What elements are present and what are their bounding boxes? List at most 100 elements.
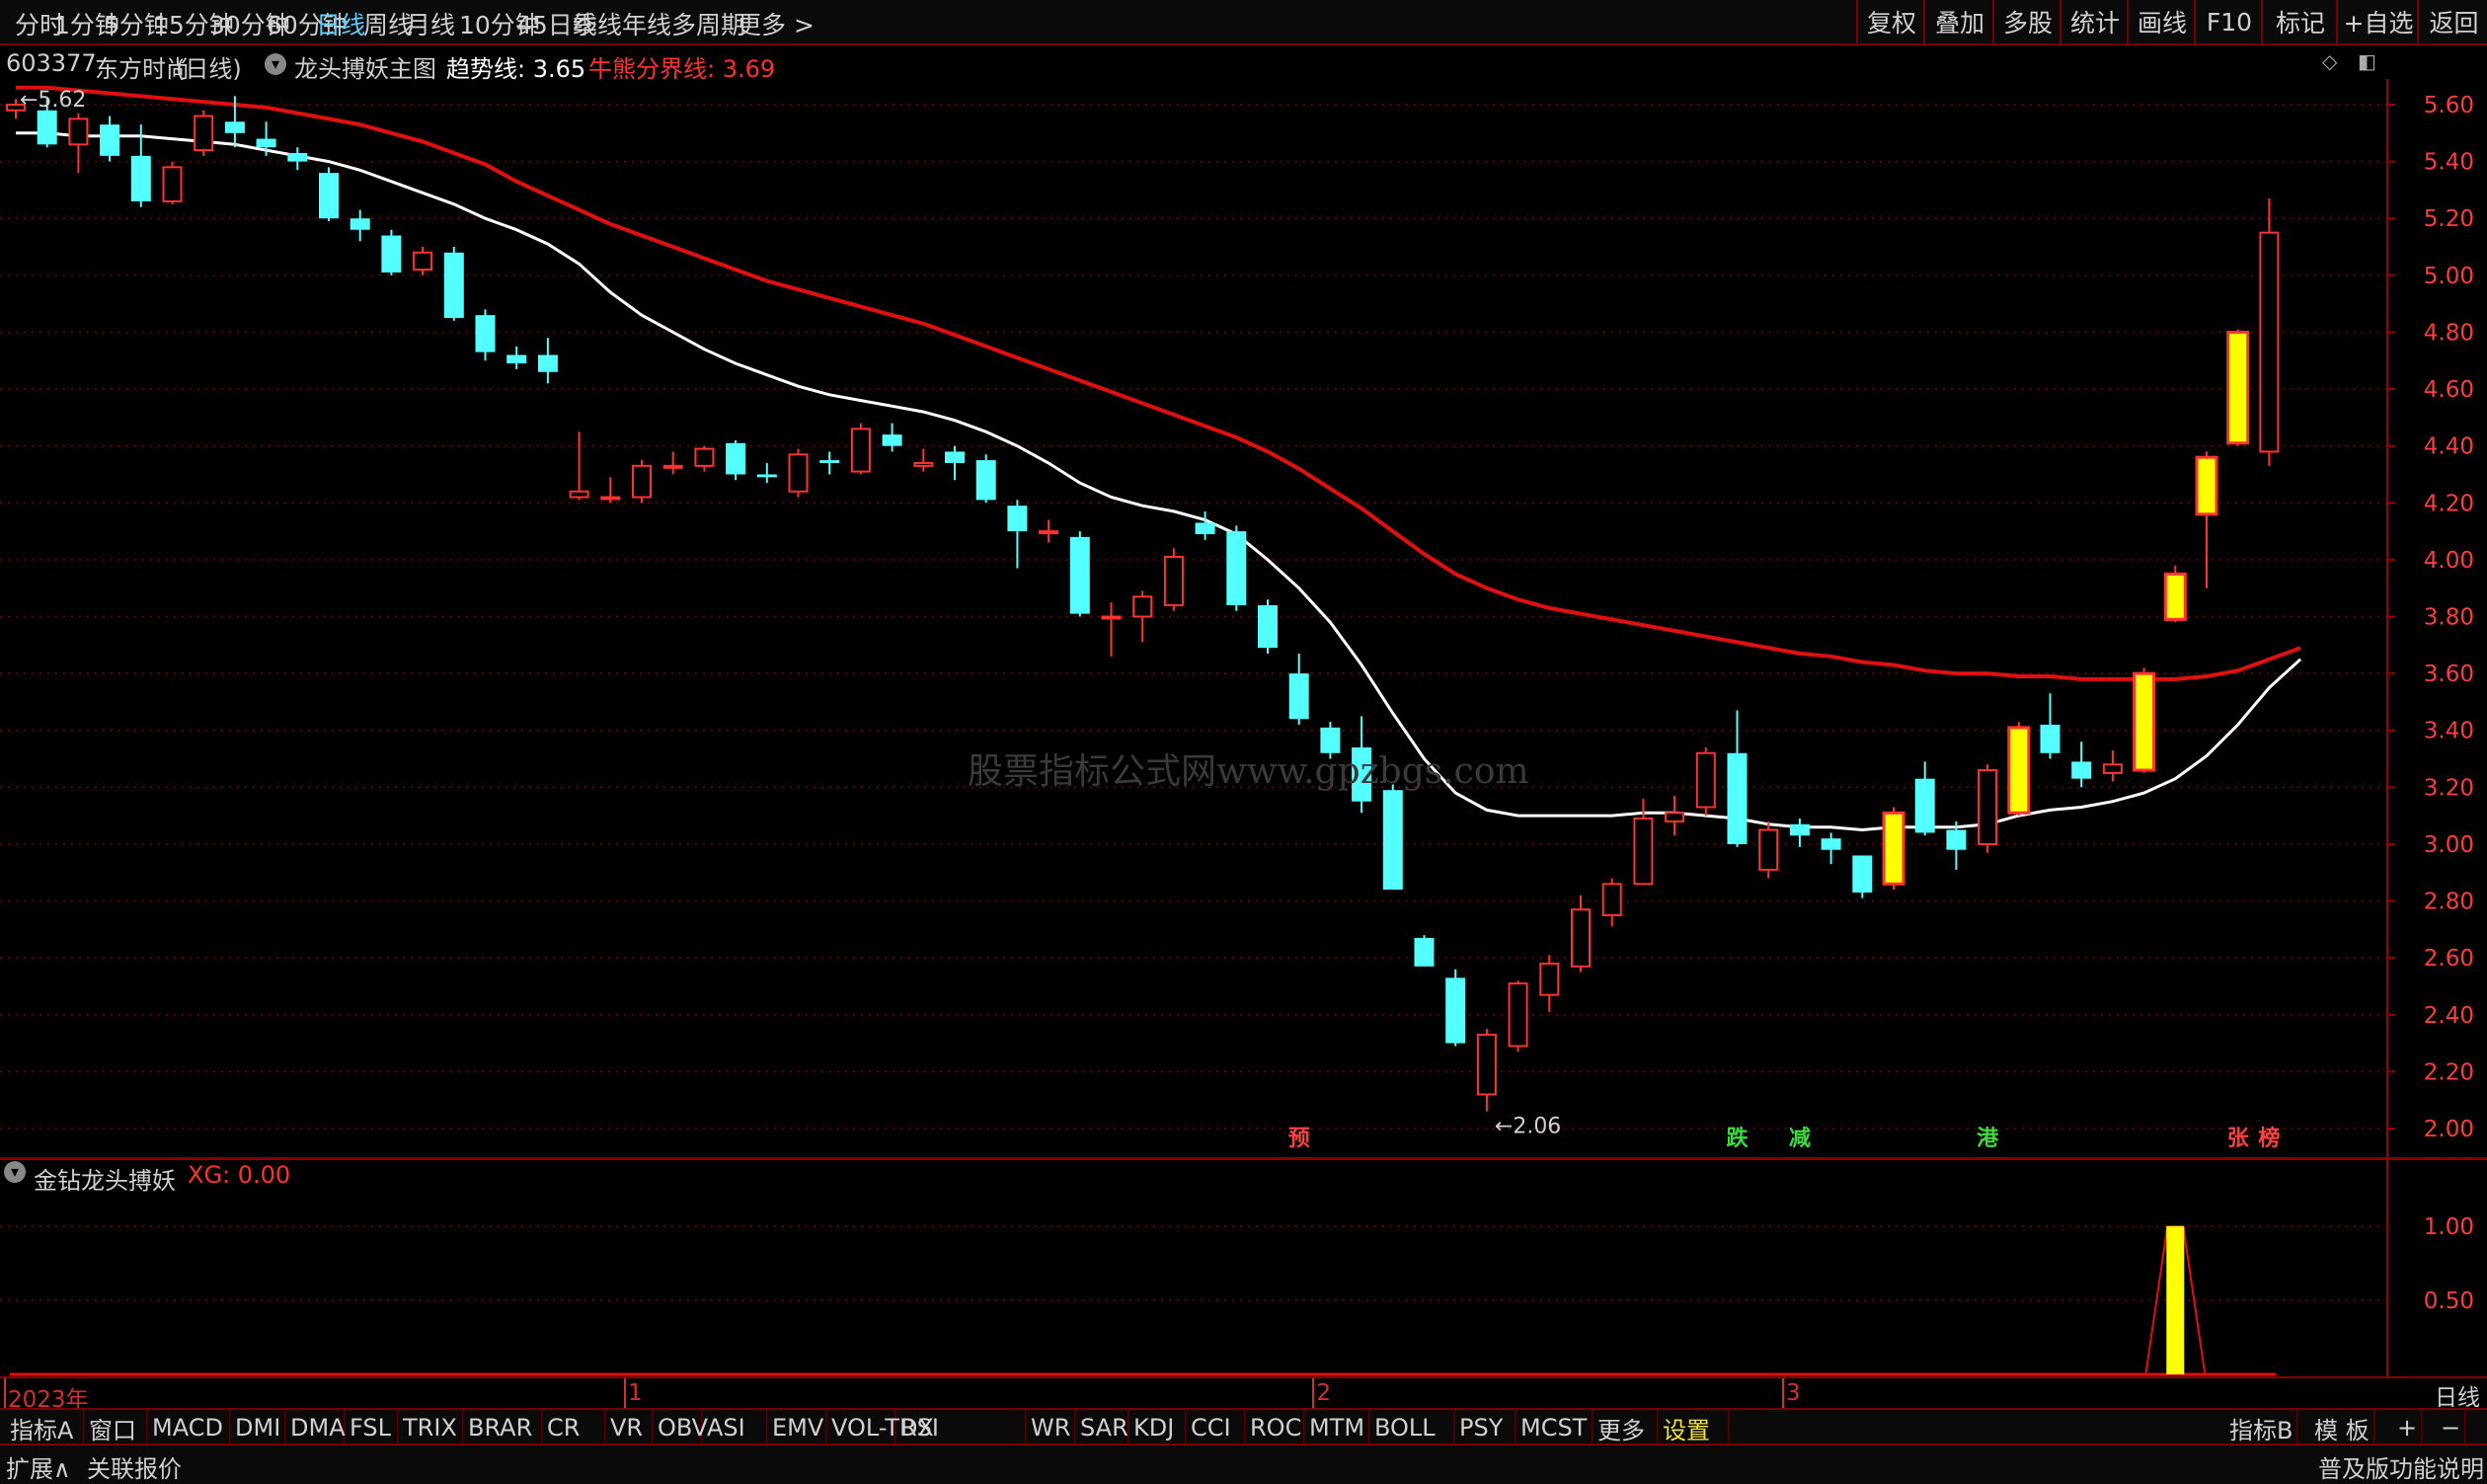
y-tick-label: 5.40	[2424, 150, 2474, 176]
candle	[2040, 693, 2060, 759]
x-tick-label: 2	[1316, 1380, 1332, 1406]
tool-button[interactable]: 标记	[2261, 0, 2338, 43]
panel-toggle-icon[interactable]: ◧	[2358, 49, 2376, 73]
period-tab[interactable]: 月线	[406, 6, 455, 41]
status-link[interactable]: 扩展∧	[6, 1449, 71, 1484]
chevron-down-icon[interactable]: ▾	[265, 53, 286, 75]
period-tab[interactable]: 多周期	[671, 6, 745, 41]
candle-body-signal	[2195, 455, 2218, 516]
low-price-marker: ←2.06	[1495, 1115, 1561, 1139]
candle	[600, 477, 621, 504]
tool-button[interactable]: 统计	[2060, 0, 2129, 43]
candle	[2071, 742, 2092, 788]
indicator-tab[interactable]: CR	[543, 1410, 605, 1445]
candle	[850, 423, 871, 475]
indicator-tab[interactable]: OBV	[654, 1410, 708, 1445]
y-tick-label: 3.80	[2424, 605, 2474, 631]
tool-button[interactable]: 复权	[1856, 0, 1925, 43]
candle	[1601, 878, 1622, 927]
diamond-icon[interactable]: ◇	[2322, 49, 2337, 73]
indicator-tab[interactable]: VR	[606, 1410, 653, 1445]
candle	[1195, 510, 1215, 540]
period-tab[interactable]: 更多 >	[737, 6, 815, 41]
y-tick-label: 4.00	[2424, 548, 2474, 574]
indicator-tab[interactable]: RSI	[896, 1410, 1026, 1445]
candle	[162, 161, 183, 204]
indicator-tab[interactable]: MACD	[148, 1410, 230, 1445]
candle-body-down	[882, 434, 902, 446]
x-tick-label: 1	[628, 1380, 643, 1406]
indicator-tab[interactable]: 设置	[1659, 1410, 1729, 1445]
candle-body-down	[1069, 536, 1090, 614]
candle	[2226, 329, 2250, 446]
candle-body-up	[1695, 751, 1716, 809]
candle-body-down	[1288, 673, 1309, 720]
candle-body-up	[694, 447, 715, 467]
indicator-tab[interactable]: EMV	[768, 1410, 826, 1445]
tool-button[interactable]: 画线	[2127, 0, 2196, 43]
indicator-tool-button[interactable]: +	[2393, 1410, 2423, 1445]
candle-body-down	[2071, 761, 2092, 779]
tool-button[interactable]: 多股	[1992, 0, 2061, 43]
indicator-tab[interactable]: DMA	[286, 1410, 346, 1445]
x-tick	[1312, 1378, 1315, 1408]
indicator-tab[interactable]: KDJ	[1129, 1410, 1186, 1445]
y-tick-label: 4.80	[2424, 320, 2474, 346]
indicator-tab[interactable]: VOL-TDX	[827, 1410, 934, 1445]
help-link[interactable]: 普及版功能说明	[2318, 1449, 2484, 1484]
candle	[2163, 565, 2187, 623]
tool-button[interactable]: 返回	[2417, 0, 2487, 43]
candle-body-up	[1633, 818, 1654, 886]
indicator-tab[interactable]: DMI	[231, 1410, 285, 1445]
status-link[interactable]: 关联报价	[87, 1449, 182, 1484]
candle-body-down	[1007, 506, 1028, 532]
candle	[1882, 807, 1905, 891]
indicator-tab[interactable]: CCI	[1187, 1410, 1245, 1445]
indicator-tool-button[interactable]: 指标B	[2225, 1410, 2298, 1445]
signal-marker: 榜	[2258, 1126, 2280, 1151]
indicator-tab[interactable]: BOLL	[1370, 1410, 1454, 1445]
indicator-tab[interactable]: ASI	[703, 1410, 767, 1445]
indicator-tool-button[interactable]: 模 板	[2310, 1410, 2374, 1445]
tool-button[interactable]: 叠加	[1923, 0, 1994, 43]
tool-button[interactable]: F10	[2194, 0, 2263, 43]
candle	[788, 448, 809, 498]
indicator-chart: 0.50 1.00	[0, 1159, 2474, 1376]
candle	[381, 229, 402, 275]
candle	[475, 309, 496, 361]
candle	[1789, 819, 1810, 847]
indicator-tab[interactable]: MCST	[1516, 1410, 1593, 1445]
indicator-tab[interactable]: 更多	[1593, 1410, 1658, 1445]
candle-body-up	[1665, 812, 1685, 822]
tool-button[interactable]: +自选	[2336, 0, 2419, 43]
indicator-tab[interactable]: BRAR	[464, 1410, 542, 1445]
y-tick-label: 1.00	[2424, 1214, 2474, 1240]
indicator-tool-button[interactable]: −	[2437, 1410, 2466, 1445]
period-tab[interactable]: 年线	[622, 6, 671, 41]
candle	[756, 462, 777, 484]
indicator-tab[interactable]: WR	[1027, 1410, 1075, 1445]
indicator-tab[interactable]: 窗口	[85, 1410, 147, 1445]
candle	[632, 460, 652, 504]
indicator-tab[interactable]: FSL	[346, 1410, 398, 1445]
y-tick-label: 5.00	[2424, 264, 2474, 289]
indicator-tab[interactable]: TRIX	[399, 1410, 463, 1445]
indicator-tab[interactable]: ROC	[1246, 1410, 1304, 1445]
candle	[1007, 500, 1028, 569]
indicator-tab[interactable]: PSY	[1455, 1410, 1516, 1445]
indicator-tab[interactable]: 指标A	[6, 1410, 84, 1445]
signal-marker: 减	[1789, 1126, 1811, 1151]
candle-body-down	[756, 474, 777, 478]
period-tab[interactable]: 季线	[573, 6, 622, 41]
candle	[443, 247, 464, 321]
indicator-tab[interactable]: MTM	[1305, 1410, 1369, 1445]
candle	[1132, 590, 1153, 643]
period-tab[interactable]: 日线	[316, 6, 365, 41]
y-tick-label: 3.00	[2424, 832, 2474, 858]
candle	[1069, 531, 1090, 617]
indicator-tab[interactable]: SAR	[1076, 1410, 1128, 1445]
candle	[1758, 820, 1779, 879]
y-tick-label: 2.20	[2424, 1059, 2474, 1085]
candle-body-down	[506, 354, 527, 364]
candle	[662, 451, 683, 475]
